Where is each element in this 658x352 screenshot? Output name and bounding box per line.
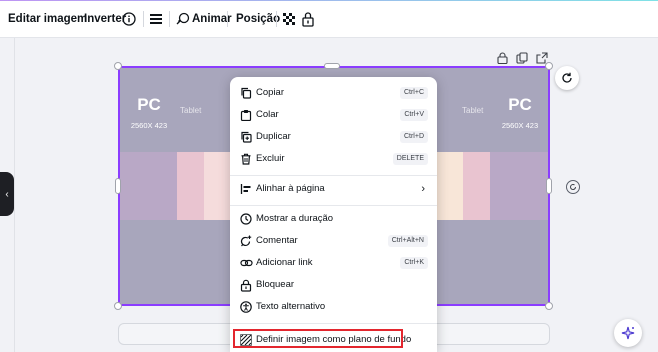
toolbar-divider (169, 11, 170, 27)
comment-icon (239, 234, 253, 248)
duplicate-element-icon[interactable] (514, 50, 530, 66)
paste-icon (239, 108, 253, 122)
info-icon[interactable] (120, 10, 138, 28)
menu-item-lock[interactable]: Bloquear (230, 274, 437, 296)
resize-handle-right[interactable] (546, 178, 552, 194)
transparency-icon[interactable] (280, 10, 298, 28)
shortcut-badge: Ctrl+D (399, 131, 428, 143)
menu-item-label: Bloquear (256, 279, 295, 290)
top-toolbar: Editar imagem Inverter Animar Posição (0, 0, 658, 38)
chevron-left-icon: ‹ (5, 188, 9, 200)
menu-item-label: Duplicar (256, 131, 291, 142)
copy-icon (239, 86, 253, 100)
menu-item-label: Copiar (256, 87, 284, 98)
menu-item-label: Alinhar à página (256, 183, 325, 194)
menu-item-delete[interactable]: Excluir DELETE (230, 148, 437, 170)
menu-item-label: Mostrar a duração (256, 213, 334, 224)
accessibility-icon (239, 300, 253, 314)
menu-item-label: Texto alternativo (256, 301, 326, 312)
menu-item-label: Adicionar link (256, 257, 313, 268)
edit-image-button[interactable]: Editar imagem (8, 10, 87, 28)
animate-icon[interactable] (174, 10, 192, 28)
position-button[interactable]: Posição (236, 10, 280, 28)
lock-icon[interactable] (299, 10, 317, 28)
resize-handle-top[interactable] (324, 63, 340, 69)
duplicate-icon (239, 130, 253, 144)
menu-item-add-link[interactable]: Adicionar link Ctrl+K (230, 252, 437, 274)
toolbar-divider (227, 11, 228, 27)
context-menu: Copiar Ctrl+C Colar Ctrl+V Duplicar Ctrl… (230, 77, 437, 352)
refresh-icon[interactable] (555, 66, 579, 90)
menu-item-label: Comentar (256, 235, 298, 246)
magic-sparkle-icon[interactable] (614, 319, 642, 347)
lock-icon (239, 278, 253, 292)
menu-item-label: Colar (256, 109, 279, 120)
toolbar-divider (276, 11, 277, 27)
shortcut-badge: Ctrl+K (400, 257, 428, 269)
menu-item-comment[interactable]: Comentar Ctrl+Alt+N (230, 230, 437, 252)
trash-icon (239, 152, 253, 166)
menu-item-label: Excluir (256, 153, 285, 164)
menu-divider (230, 205, 437, 206)
shortcut-badge: Ctrl+Alt+N (387, 235, 428, 247)
menu-divider (230, 175, 437, 176)
clock-icon (239, 212, 253, 226)
rotate-icon[interactable] (566, 180, 580, 194)
shortcut-badge: Ctrl+C (399, 87, 428, 99)
share-element-icon[interactable] (534, 50, 550, 66)
menu-divider (230, 323, 437, 324)
animate-button[interactable]: Animar (192, 10, 232, 28)
lock-element-icon[interactable] (494, 50, 510, 66)
resize-handle-bottom-right[interactable] (545, 302, 553, 310)
resize-handle-left[interactable] (115, 178, 121, 194)
resize-handle-top-left[interactable] (114, 62, 122, 70)
menu-item-duplicate[interactable]: Duplicar Ctrl+D (230, 126, 437, 148)
resize-handle-bottom-left[interactable] (114, 302, 122, 310)
left-panel-edge (14, 38, 15, 352)
menu-item-paste[interactable]: Colar Ctrl+V (230, 104, 437, 126)
menu-item-show-duration[interactable]: Mostrar a duração (230, 208, 437, 230)
menu-item-copy[interactable]: Copiar Ctrl+C (230, 82, 437, 104)
menu-item-align-to-page[interactable]: Alinhar à página › (230, 178, 437, 200)
menu-item-alt-text[interactable]: Texto alternativo (230, 296, 437, 318)
link-icon (239, 256, 253, 270)
toolbar-accent-line (0, 0, 658, 1)
shortcut-badge: DELETE (392, 153, 428, 165)
chevron-right-icon: › (421, 183, 425, 195)
highlight-box (233, 329, 403, 348)
shortcut-badge: Ctrl+V (400, 109, 428, 121)
collapse-panel-button[interactable]: ‹ (0, 172, 14, 216)
toolbar-divider (143, 11, 144, 27)
align-icon (239, 182, 253, 196)
hamburger-menu-icon[interactable] (147, 10, 165, 28)
